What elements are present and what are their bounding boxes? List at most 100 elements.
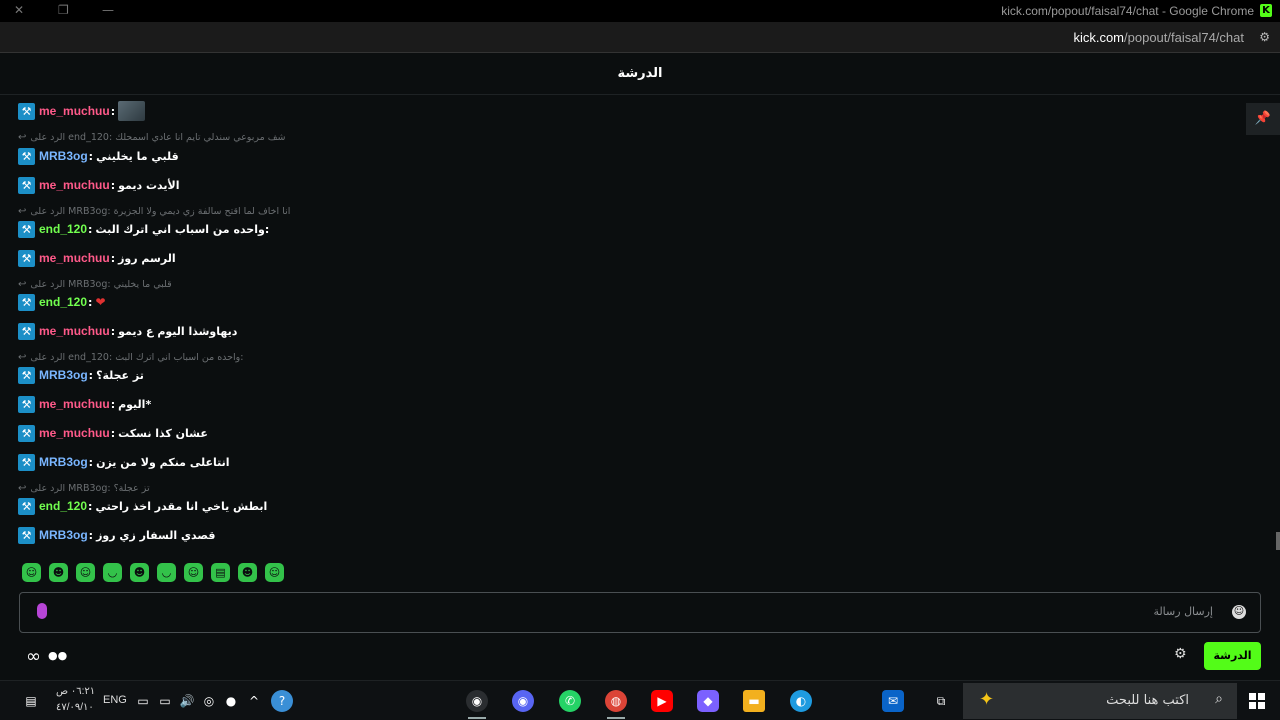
heart-emote-icon: ❤	[95, 295, 106, 309]
emote-icon[interactable]: ☻	[49, 563, 68, 582]
url-path: /popout/faisal74/chat	[1124, 30, 1244, 45]
mic-tray-icon[interactable]: ●	[220, 690, 242, 712]
message-text: قصدي السفار زي روز	[96, 528, 216, 542]
reply-context[interactable]: ↩ الرد على MRB3og: تز عجلة؟	[18, 481, 150, 495]
chat-title: الدرشة	[617, 66, 663, 81]
emoji-picker-icon[interactable]: ☺	[1232, 605, 1246, 619]
emote-icon[interactable]: ☺	[265, 563, 284, 582]
moderator-badge-icon: ⚒	[18, 249, 35, 267]
search-icon: ⌕	[1215, 691, 1223, 707]
chat-settings-icon[interactable]: ⚙	[1174, 646, 1187, 662]
chat-message: ⚒ me_muchuu: الأيدت ديمو	[18, 175, 179, 195]
windows-start-icon[interactable]	[1249, 693, 1265, 709]
site-settings-icon[interactable]: ⚙	[1259, 30, 1270, 44]
moderator-badge-icon: ⚒	[18, 102, 35, 120]
kick-logo-icon: K	[1260, 4, 1272, 17]
edge-icon[interactable]: ◐	[790, 690, 812, 712]
minimize-icon[interactable]: —	[102, 3, 114, 17]
pin-icon[interactable]: 📌	[1246, 103, 1280, 135]
reply-icon: ↩	[18, 131, 27, 143]
camera-icon[interactable]: ◎	[198, 690, 220, 712]
dots-icon[interactable]: ●●	[48, 649, 67, 662]
task-view-icon[interactable]: ⧉	[930, 690, 952, 712]
whatsapp-icon[interactable]: ✆	[559, 690, 581, 712]
emote-icon[interactable]: ◡	[157, 563, 176, 582]
quick-emote-bar: ☺ ☻ ☺ ◡ ☻ ◡ ☺ ▤ ☻ ☺	[22, 563, 284, 582]
reply-context[interactable]: ↩ الرد على end_120: شف مربوعي سندلي تايم…	[18, 130, 285, 144]
emote-icon[interactable]: ☻	[238, 563, 257, 582]
chat-message: ⚒ end_120: ❤	[18, 292, 106, 312]
chat-username[interactable]: me_muchuu	[39, 324, 110, 338]
clock-time[interactable]: ٠٦:٢١ ص	[56, 686, 95, 697]
notification-icon[interactable]: ▤	[20, 690, 42, 712]
youtube-icon[interactable]: ▶	[651, 690, 673, 712]
input-placeholder: إرسال رسالة	[1153, 605, 1213, 618]
microsoft-365-icon[interactable]: ◆	[697, 690, 719, 712]
reply-text: الرد على MRB3og: قلبي ما يخليني	[30, 278, 172, 290]
message-text: قلبي ما يخليني	[96, 149, 179, 163]
copilot-sparkle-icon[interactable]: ✦	[979, 689, 994, 710]
message-text: الأيدت ديمو	[118, 178, 180, 192]
chat-username[interactable]: end_120	[39, 222, 87, 236]
infinity-icon[interactable]: ∞	[26, 646, 41, 667]
close-icon[interactable]: ✕	[14, 3, 24, 17]
search-placeholder: اكتب هنا للبحث	[1106, 693, 1189, 708]
chat-username[interactable]: me_muchuu	[39, 251, 110, 265]
outlook-icon[interactable]: ✉	[882, 690, 904, 712]
discord-icon[interactable]: ◉	[512, 690, 534, 712]
moderator-badge-icon: ⚒	[18, 220, 35, 238]
message-text: عشان كذا نسكت	[118, 426, 208, 440]
reply-context[interactable]: ↩ الرد على MRB3og: قلبي ما يخليني	[18, 277, 172, 291]
reply-context[interactable]: ↩ الرد على MRB3og: انا اخاف لما اقتح سال…	[18, 204, 290, 218]
chat-username[interactable]: end_120	[39, 295, 87, 309]
chat-message-input[interactable]: إرسال رسالة ☺	[19, 592, 1261, 633]
chat-username[interactable]: me_muchuu	[39, 104, 110, 118]
moderator-badge-icon: ⚒	[18, 293, 35, 311]
chrome-icon[interactable]: ◍	[605, 690, 627, 712]
message-text: ديهاوشذا اليوم ع ديمو	[118, 324, 238, 338]
battery-icon[interactable]: ▭	[154, 690, 176, 712]
chat-footer: ∞ ●● ⚙ الدرشة	[0, 640, 1280, 680]
message-text: ابطش ياخي انا مقدر اخذ راحتي	[95, 499, 268, 513]
emote-icon[interactable]: ☻	[130, 563, 149, 582]
chat-username[interactable]: me_muchuu	[39, 397, 110, 411]
reply-text: الرد على MRB3og: انا اخاف لما اقتح سالفة…	[30, 205, 291, 217]
language-indicator[interactable]: ENG	[103, 694, 127, 706]
chat-username[interactable]: MRB3og	[39, 368, 88, 382]
help-icon[interactable]: ?	[271, 690, 293, 712]
emote-icon[interactable]: ◡	[103, 563, 122, 582]
chat-username[interactable]: MRB3og	[39, 455, 88, 469]
chat-username[interactable]: MRB3og	[39, 528, 88, 542]
chat-message: ⚒ me_muchuu: ديهاوشذا اليوم ع ديمو	[18, 321, 237, 341]
taskbar-search[interactable]: ✦ اكتب هنا للبحث ⌕	[963, 683, 1237, 719]
emote-icon[interactable]: ☺	[184, 563, 203, 582]
reply-context[interactable]: ↩ الرد على end_120: واحده من اسباب اني ا…	[18, 350, 243, 364]
emote-icon[interactable]: ☺	[22, 563, 41, 582]
chat-username[interactable]: me_muchuu	[39, 178, 110, 192]
chevron-up-icon[interactable]: ^	[243, 690, 265, 712]
emote-icon[interactable]: ☺	[76, 563, 95, 582]
reply-text: الرد على end_120: واحده من اسباب اني اتر…	[30, 351, 244, 363]
obs-icon[interactable]: ◉	[466, 690, 488, 712]
chat-message: ⚒ end_120: واحده من اسباب اني اترك البث:	[18, 219, 269, 239]
scrollbar[interactable]	[1276, 532, 1280, 550]
restore-icon[interactable]: ❐	[58, 3, 69, 17]
network-icon[interactable]: ▭	[132, 690, 154, 712]
send-chat-button[interactable]: الدرشة	[1204, 642, 1261, 670]
volume-icon[interactable]: 🔊	[176, 690, 198, 712]
emote-icon[interactable]: ▤	[211, 563, 230, 582]
chat-message: ⚒ MRB3og: قلبي ما يخليني	[18, 146, 179, 166]
reply-icon: ↩	[18, 205, 27, 217]
chat-username[interactable]: me_muchuu	[39, 426, 110, 440]
microphone-icon[interactable]	[37, 603, 47, 619]
reply-text: الرد على end_120: شف مربوعي سندلي تايم ا…	[30, 131, 286, 143]
chat-message: ⚒ end_120: ابطش ياخي انا مقدر اخذ راحتي	[18, 496, 267, 516]
moderator-badge-icon: ⚒	[18, 497, 35, 515]
address-bar[interactable]: kick.com/popout/faisal74/chat ⚙	[0, 22, 1280, 53]
chat-username[interactable]: end_120	[39, 499, 87, 513]
clock-date[interactable]: ٤٧/٠٩/١٠	[56, 702, 94, 713]
file-explorer-icon[interactable]: ▬	[743, 690, 765, 712]
url-text[interactable]: kick.com/popout/faisal74/chat	[1073, 30, 1244, 45]
window-title: kick.com/popout/faisal74/chat - Google C…	[1001, 4, 1254, 18]
chat-username[interactable]: MRB3og	[39, 149, 88, 163]
